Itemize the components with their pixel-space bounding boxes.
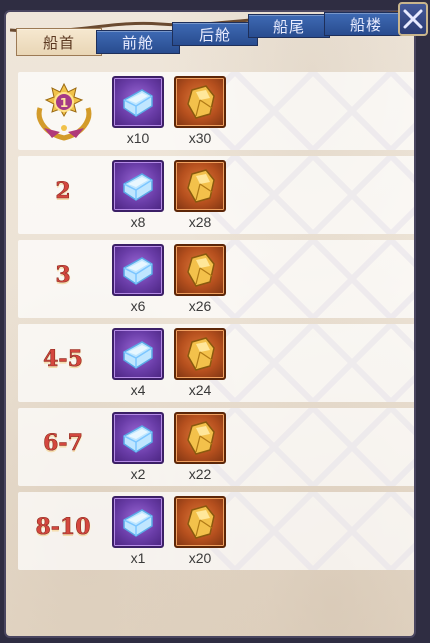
reward-row: 2 x8 x28 <box>18 156 414 234</box>
gold-ore-icon <box>187 169 215 203</box>
reward-row: 1 x10 x30 <box>18 72 414 150</box>
reward-item-gold-ore[interactable] <box>174 244 226 296</box>
item2-quantity: x24 <box>188 382 212 398</box>
gold-ore-icon <box>187 253 215 287</box>
item2-quantity: x30 <box>188 130 212 146</box>
item1-quantity: x6 <box>130 298 146 314</box>
reward-item-gold-ore[interactable] <box>174 160 226 212</box>
rank-label: 6-7 <box>43 430 83 457</box>
reward-item-gold-ore[interactable] <box>174 328 226 380</box>
blue-crystal-ingot-icon <box>123 341 153 369</box>
diamond-pattern <box>196 408 414 486</box>
reward-panel: 1 x10 x30 2 x8 x28 3 x6 x26 4-5 x4 x24 6… <box>4 10 416 638</box>
blue-crystal-ingot-icon <box>123 509 153 537</box>
gold-ore-icon <box>187 85 215 119</box>
reward-item-crystal[interactable] <box>112 496 164 548</box>
reward-row: 6-7 x2 x22 <box>18 408 414 486</box>
rank-label: 4-5 <box>43 346 83 373</box>
gold-ore-icon <box>187 421 215 455</box>
gold-ore-icon <box>187 505 215 539</box>
item2-quantity: x28 <box>188 214 212 230</box>
reward-row: 3 x6 x26 <box>18 240 414 318</box>
diamond-pattern <box>196 492 414 570</box>
reward-item-gold-ore[interactable] <box>174 76 226 128</box>
item1-quantity: x1 <box>130 550 146 566</box>
item2-quantity: x20 <box>188 550 212 566</box>
reward-item-gold-ore[interactable] <box>174 412 226 464</box>
reward-window: 1 x10 x30 2 x8 x28 3 x6 x26 4-5 x4 x24 6… <box>0 0 430 643</box>
item1-quantity: x10 <box>126 130 150 146</box>
rank-label: 8-10 <box>35 514 91 541</box>
item2-quantity: x26 <box>188 298 212 314</box>
diamond-pattern <box>196 240 414 318</box>
reward-item-crystal[interactable] <box>112 412 164 464</box>
reward-row: 8-10 x1 x20 <box>18 492 414 570</box>
reward-item-crystal[interactable] <box>112 244 164 296</box>
reward-item-crystal[interactable] <box>112 160 164 212</box>
blue-crystal-ingot-icon <box>123 173 153 201</box>
reward-row: 4-5 x4 x24 <box>18 324 414 402</box>
item1-quantity: x8 <box>130 214 146 230</box>
close-button[interactable] <box>398 2 428 36</box>
reward-item-crystal[interactable] <box>112 328 164 380</box>
rank-label: 2 <box>55 178 71 205</box>
diamond-pattern <box>196 156 414 234</box>
item2-quantity: x22 <box>188 466 212 482</box>
medal-rank-number: 1 <box>60 96 68 110</box>
tab-forward-cabin[interactable]: 前舱 <box>96 30 180 54</box>
tab-rear-cabin[interactable]: 后舱 <box>172 22 258 46</box>
close-icon <box>403 9 423 29</box>
reward-item-crystal[interactable] <box>112 76 164 128</box>
blue-crystal-ingot-icon <box>123 89 153 117</box>
tab-bow[interactable]: 船首 <box>16 28 102 56</box>
item1-quantity: x2 <box>130 466 146 482</box>
rank-label: 3 <box>55 262 71 289</box>
reward-item-gold-ore[interactable] <box>174 496 226 548</box>
blue-crystal-ingot-icon <box>123 257 153 285</box>
tab-stern[interactable]: 船尾 <box>248 14 330 38</box>
gold-medal-icon: 1 <box>36 82 92 141</box>
gold-ore-icon <box>187 337 215 371</box>
diamond-pattern <box>196 72 414 150</box>
tab-bridge[interactable]: 船楼 <box>324 12 408 36</box>
item1-quantity: x4 <box>130 382 146 398</box>
blue-crystal-ingot-icon <box>123 425 153 453</box>
diamond-pattern <box>196 324 414 402</box>
